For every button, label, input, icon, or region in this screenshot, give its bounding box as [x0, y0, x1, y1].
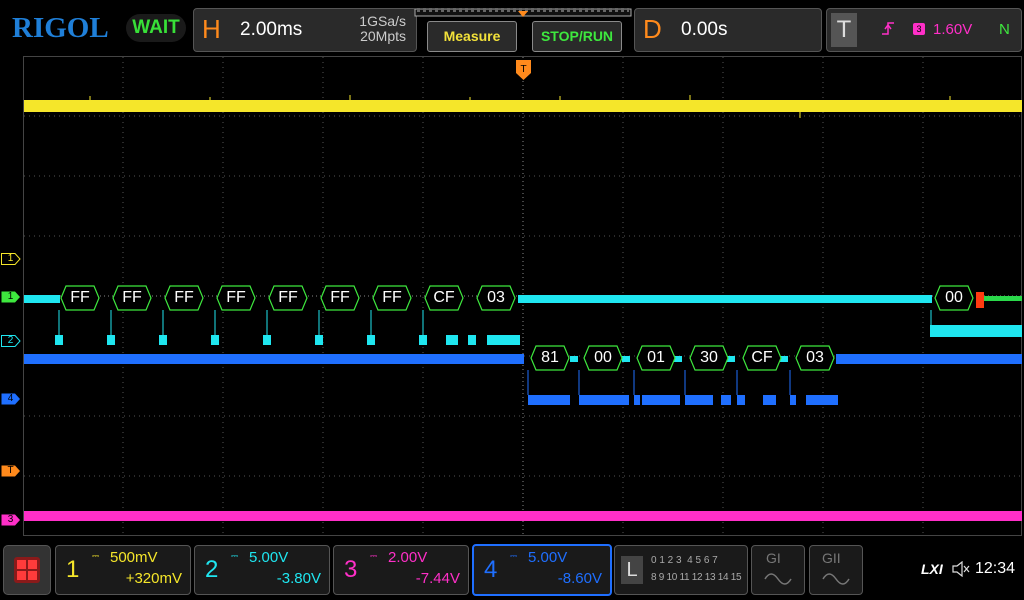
ch2-scale: 5.00V: [249, 549, 289, 566]
generator2-button[interactable]: GII: [809, 545, 863, 595]
ch2-settings-panel[interactable]: 2 ⎓ 5.00V -3.80V: [194, 545, 330, 595]
ch1-scale: 500mV: [110, 549, 158, 566]
logic-channels-row1: 0 1 2 3 4 5 6 7: [651, 555, 718, 566]
generator2-label: GII: [822, 550, 841, 566]
speaker-muted-icon[interactable]: [951, 561, 971, 577]
clock: 12:34: [975, 560, 1016, 577]
sine-wave-icon: [822, 573, 850, 585]
dc-coupling-icon: ⎓: [231, 551, 239, 561]
decode-byte: 00: [934, 285, 974, 311]
ch1-offset-label: 1: [7, 253, 14, 264]
ch1-decode-label: 1: [7, 291, 14, 302]
decode-byte: FF: [164, 285, 204, 311]
ch1-offset: +320mV: [125, 570, 182, 587]
decode-byte: 30: [689, 345, 729, 371]
dc-coupling-icon: ⎓: [510, 551, 518, 561]
ch3-number: 3: [344, 556, 358, 583]
decode-byte: FF: [320, 285, 360, 311]
decode-byte: 03: [476, 285, 516, 311]
main-menu-button[interactable]: [3, 545, 51, 595]
svg-text:T: T: [520, 64, 526, 75]
logic-analyzer-panel[interactable]: L 0 1 2 3 4 5 6 7 8 9 10 11 12 13 14 15: [614, 545, 748, 595]
ch4-scale: 5.00V: [528, 549, 568, 566]
ch4-number: 4: [484, 556, 498, 583]
ch4-offset: -8.60V: [557, 570, 602, 587]
decode-byte: 00: [583, 345, 623, 371]
decode-byte: CF: [742, 345, 782, 371]
logic-letter: L: [621, 556, 643, 584]
ch2-number: 2: [205, 556, 219, 583]
trigger-position-marker[interactable]: T: [516, 60, 531, 80]
decode-byte: 03: [795, 345, 835, 371]
decode-byte: FF: [112, 285, 152, 311]
ch1-settings-panel[interactable]: 1 ⎓ 500mV +320mV: [55, 545, 191, 595]
ch3-offset-label: 3: [7, 514, 14, 525]
decode-byte: FF: [216, 285, 256, 311]
decode-byte: 01: [636, 345, 676, 371]
ch4-settings-panel[interactable]: 4 ⎓ 5.00V -8.60V: [472, 544, 612, 596]
trigger-level-label: T: [7, 465, 14, 476]
decode-byte: FF: [372, 285, 412, 311]
sine-wave-icon: [764, 573, 792, 585]
ch2-offset-label: 2: [7, 335, 14, 346]
lxi-logo: LXI: [921, 561, 943, 577]
dc-coupling-icon: ⎓: [92, 551, 100, 561]
decode-byte: CF: [424, 285, 464, 311]
decode-byte: 81: [530, 345, 570, 371]
ch2-offset: -3.80V: [276, 570, 321, 587]
ch3-offset: -7.44V: [415, 570, 460, 587]
dc-coupling-icon: ⎓: [370, 551, 378, 561]
ch4-offset-label: 4: [7, 393, 14, 404]
ch1-number: 1: [66, 556, 80, 583]
logic-channels-row2: 8 9 10 11 12 13 14 15: [651, 572, 742, 583]
decode-byte: FF: [268, 285, 308, 311]
decode-byte: FF: [60, 285, 100, 311]
menu-grid-icon: [14, 557, 40, 583]
ch3-scale: 2.00V: [388, 549, 428, 566]
generator1-label: GI: [766, 550, 781, 566]
generator1-button[interactable]: GI: [751, 545, 805, 595]
ch3-settings-panel[interactable]: 3 ⎓ 2.00V -7.44V: [333, 545, 469, 595]
